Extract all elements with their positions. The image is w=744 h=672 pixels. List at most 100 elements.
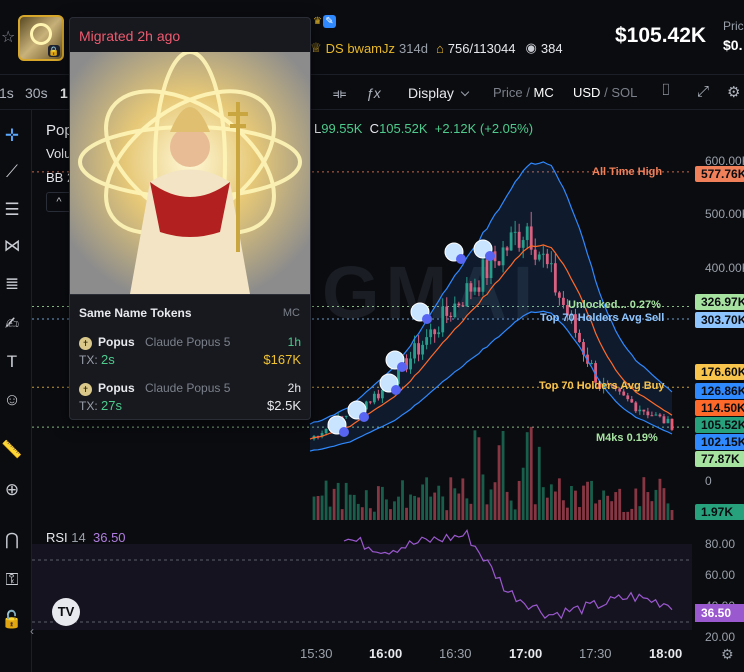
header-meta: ♕ DS bwamJz 314d ⌂ 756/113044 ◉ 384 xyxy=(310,40,563,56)
lock-icon: 🔒 xyxy=(48,45,60,57)
volume-bar xyxy=(376,486,380,520)
chart-settings-icon[interactable]: ⚙ xyxy=(721,646,734,663)
price-axis-label: 0 xyxy=(705,474,712,488)
emoji-icon[interactable]: ☺ xyxy=(0,390,24,410)
tradingview-logo[interactable]: TV xyxy=(52,598,80,626)
time-axis-label: 16:00 xyxy=(369,646,403,661)
volume-bar xyxy=(360,507,364,520)
same-name-token-row[interactable]: ✝ Popus Claude Popus 5 2h TX: 27s $2.5K xyxy=(79,381,301,419)
unlocked-price-tag: 326.97K xyxy=(695,294,744,310)
separator: / xyxy=(526,85,530,100)
migrated-label: Migrated 2h ago xyxy=(79,28,181,44)
volume-bar xyxy=(441,496,445,520)
edit-icon[interactable]: ✎ xyxy=(323,15,336,28)
volume-bar xyxy=(461,478,465,520)
volume-bar xyxy=(429,496,433,520)
volume-bar xyxy=(594,503,597,520)
volume-bar xyxy=(509,500,513,520)
volume-bar xyxy=(348,494,352,520)
ruler-icon[interactable]: 📏 xyxy=(0,440,24,460)
volume-bar xyxy=(445,510,449,520)
volume-bar xyxy=(489,489,493,520)
volume-bar xyxy=(449,477,453,520)
token-mc: $167K xyxy=(263,352,301,367)
volume-bar xyxy=(352,494,356,520)
price-mc-toggle[interactable]: Price / MC xyxy=(493,85,554,100)
trade-marker-badge xyxy=(422,314,432,324)
token-icon: ✝ xyxy=(79,383,92,396)
volume-bar xyxy=(658,478,662,520)
token-age: 1h xyxy=(287,335,301,349)
ath-line-label: All Time High xyxy=(592,166,663,178)
token-tx: TX: 2s xyxy=(79,352,115,367)
time-axis-label: 15:30 xyxy=(300,646,333,661)
zoom-in-icon[interactable]: ⊕ xyxy=(0,480,24,500)
close-key: C xyxy=(369,121,380,136)
holders-count: 756/113044 xyxy=(447,40,516,56)
token-icon: ✝ xyxy=(79,337,92,350)
pattern-icon[interactable]: ⋈ xyxy=(0,236,24,256)
volume-bar xyxy=(557,478,561,520)
volume-bar xyxy=(501,430,505,520)
token-avatar[interactable]: 🔒 xyxy=(18,15,64,61)
brush-icon[interactable]: ✍ xyxy=(0,314,24,334)
indicator-fx-icon[interactable]: ƒx xyxy=(366,85,381,101)
market-cap-value: $105.42K xyxy=(615,24,707,47)
drawing-toolbar: ✛ ⟋ ☰ ⋈ ≣ ✍ T ☺ 📏 ⊕ ⋂ ⚿ 🔓 xyxy=(0,110,32,672)
close-value: 105.52K xyxy=(379,121,428,136)
usd-sol-toggle[interactable]: USD / SOL xyxy=(573,85,637,100)
scroll-left-icon[interactable]: ‹ xyxy=(30,624,34,638)
rsi-axis-label: 80.00 xyxy=(705,537,736,551)
rsi-label: RSI 14 36.50 xyxy=(46,530,126,545)
m4ks-line-label: M4ks 0.19% xyxy=(596,432,658,444)
settings-icon[interactable]: ⚙ xyxy=(727,83,740,101)
same-name-token-row[interactable]: ✝ Popus Claude Popus 5 1h TX: 2s $167K xyxy=(79,335,301,375)
volume-bar xyxy=(368,508,372,520)
text-icon[interactable]: T xyxy=(0,352,24,372)
time-axis-label: 17:00 xyxy=(509,646,543,661)
display-dropdown[interactable]: Display xyxy=(408,85,470,101)
dev-name[interactable]: DS bwamJz xyxy=(326,41,395,56)
lock-drawings-icon[interactable]: ⚿ xyxy=(0,570,24,590)
horizontal-lines-icon[interactable]: ☰ xyxy=(0,200,24,220)
volume-bar xyxy=(646,492,650,520)
trade-marker-badge xyxy=(339,427,349,437)
low-value: 99.55K xyxy=(321,121,363,136)
crosshair-icon[interactable]: ✛ xyxy=(0,126,24,146)
volume-value-tag: 1.97K xyxy=(695,504,744,520)
ath-price-tag: 577.76K xyxy=(695,166,744,182)
candle-type-icon[interactable]: ⟚ xyxy=(333,85,346,102)
expand-icon[interactable]: ⤢ xyxy=(697,83,709,100)
volume-bar xyxy=(405,507,408,520)
interval-30s[interactable]: 30s xyxy=(25,85,48,101)
trendline-icon[interactable]: ⟋ xyxy=(0,162,24,182)
volume-bar xyxy=(602,490,606,520)
fib-icon[interactable]: ≣ xyxy=(0,274,24,294)
volume-bar xyxy=(385,499,388,520)
volume-bar xyxy=(344,482,348,520)
holders-icon: ⌂ xyxy=(435,40,444,56)
camera-icon[interactable]: ⌷ xyxy=(661,82,671,100)
ohlc-legend: L99.55K C105.52K +2.12K (+2.05%) xyxy=(314,121,533,136)
interval-1[interactable]: 1 xyxy=(60,85,68,101)
magnet-icon[interactable]: ⋂ xyxy=(0,530,24,550)
volume-bar xyxy=(320,495,324,520)
volume-bar xyxy=(549,484,553,520)
volume-bar xyxy=(622,511,626,520)
unlock-icon[interactable]: 🔓 xyxy=(0,610,24,630)
star-icon[interactable]: ☆ xyxy=(1,27,15,47)
eye-icon: ◉ xyxy=(525,40,537,55)
interval-1s[interactable]: 1s xyxy=(0,85,14,101)
volume-bar xyxy=(493,482,497,520)
volume-bar xyxy=(316,496,320,520)
usd-toggle-label: USD xyxy=(573,85,601,100)
views-count: 384 xyxy=(540,40,563,56)
trade-marker-badge xyxy=(397,362,407,372)
volume-bar xyxy=(389,509,392,520)
avg-buy-line-label: Top 70 Holders Avg Buy xyxy=(539,380,665,392)
dev-crown-icon: ♕ xyxy=(310,40,322,55)
volume-bar xyxy=(324,480,328,520)
volume-bar xyxy=(372,511,376,520)
time-axis-label: 16:30 xyxy=(439,646,472,661)
volume-bar xyxy=(614,492,618,520)
